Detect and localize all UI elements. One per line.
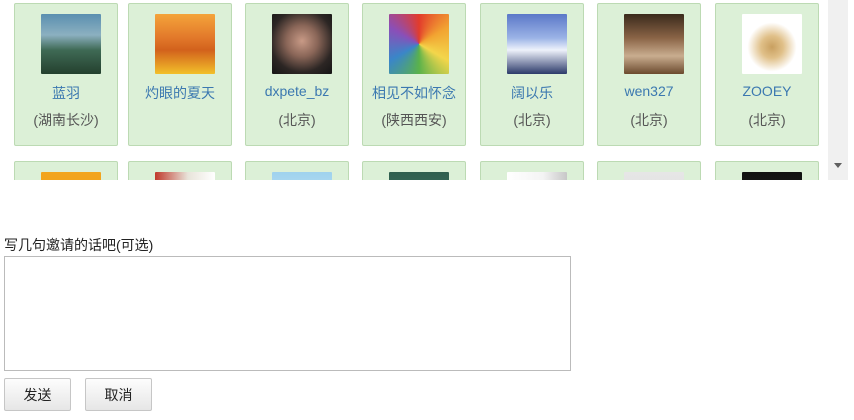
friend-avatar bbox=[41, 14, 101, 74]
friend-location: (陕西西安) bbox=[381, 112, 447, 128]
friend-avatar bbox=[389, 14, 449, 74]
friend-name: 灼眼的夏天 bbox=[145, 85, 215, 101]
friend-avatar bbox=[41, 172, 101, 180]
friend-card[interactable] bbox=[480, 161, 584, 180]
friend-avatar bbox=[155, 14, 215, 74]
friend-avatar bbox=[624, 14, 684, 74]
friend-avatar bbox=[507, 172, 567, 180]
invite-message-label: 写几句邀请的话吧(可选) bbox=[4, 237, 154, 253]
friend-card[interactable] bbox=[597, 161, 701, 180]
friend-card[interactable]: 相见不如怀念 (陕西西安) bbox=[362, 3, 466, 146]
friend-name: dxpete_bz bbox=[264, 83, 330, 99]
friend-card[interactable]: ZOOEY (北京) bbox=[715, 3, 819, 146]
friend-avatar bbox=[742, 172, 802, 180]
friend-card[interactable] bbox=[128, 161, 232, 180]
friend-card[interactable] bbox=[362, 161, 466, 180]
friend-picker: 蓝羽 (湖南长沙) 灼眼的夏天 dxpete_bz (北京) 相见不如怀念 (陕… bbox=[0, 0, 828, 180]
friend-name: 蓝羽 bbox=[52, 85, 80, 101]
friend-card[interactable]: 阔以乐 (北京) bbox=[480, 3, 584, 146]
invite-message-input[interactable] bbox=[4, 256, 571, 371]
friend-card[interactable]: dxpete_bz (北京) bbox=[245, 3, 349, 146]
friend-location: (北京) bbox=[630, 112, 668, 128]
friend-name: 相见不如怀念 bbox=[372, 85, 456, 101]
friend-avatar bbox=[742, 14, 802, 74]
friend-avatar bbox=[155, 172, 215, 180]
friend-location: (北京) bbox=[748, 112, 786, 128]
friend-card[interactable]: wen327 (北京) bbox=[597, 3, 701, 146]
friend-location: (北京) bbox=[513, 112, 551, 128]
friend-avatar bbox=[389, 172, 449, 180]
scroll-down-arrow-icon[interactable] bbox=[834, 163, 842, 168]
friend-avatar bbox=[507, 14, 567, 74]
cancel-button[interactable]: 取消 bbox=[85, 378, 152, 411]
friend-name: wen327 bbox=[624, 83, 674, 99]
friend-avatar bbox=[272, 172, 332, 180]
friend-card[interactable] bbox=[715, 161, 819, 180]
friend-card[interactable]: 灼眼的夏天 bbox=[128, 3, 232, 146]
friend-avatar bbox=[272, 14, 332, 74]
friend-avatar bbox=[624, 172, 684, 180]
send-button[interactable]: 发送 bbox=[4, 378, 71, 411]
friend-location: (北京) bbox=[278, 112, 316, 128]
friend-name: ZOOEY bbox=[742, 83, 792, 99]
friend-list-scrollbar[interactable] bbox=[828, 0, 848, 180]
friend-card[interactable]: 蓝羽 (湖南长沙) bbox=[14, 3, 118, 146]
friend-card[interactable] bbox=[14, 161, 118, 180]
friend-name: 阔以乐 bbox=[511, 85, 553, 101]
friend-card[interactable] bbox=[245, 161, 349, 180]
friend-location: (湖南长沙) bbox=[33, 112, 99, 128]
